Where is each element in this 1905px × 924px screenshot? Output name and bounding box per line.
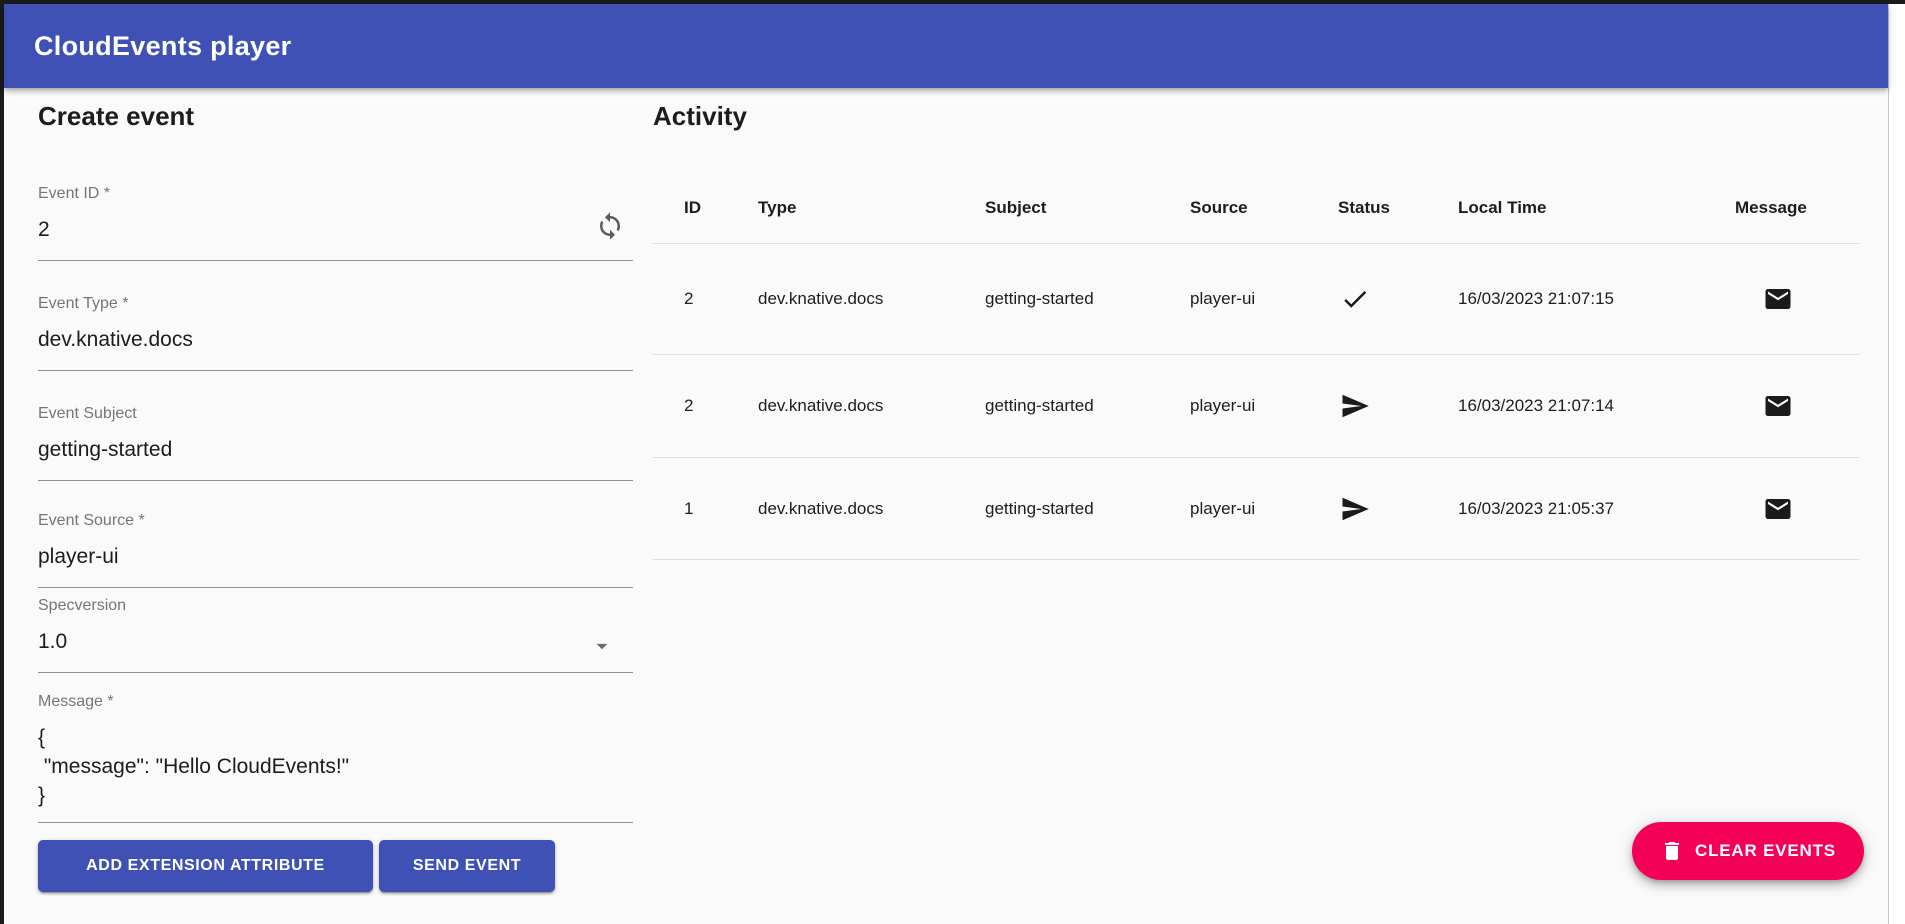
table-row: 1 dev.knative.docs getting-started playe…: [653, 458, 1859, 560]
email-icon[interactable]: [1735, 391, 1859, 421]
table-header-row: ID Type Subject Source Status Local Time…: [653, 172, 1859, 244]
col-header-id: ID: [684, 198, 758, 218]
field-label: Message *: [38, 693, 114, 711]
cell-subject: getting-started: [985, 396, 1190, 416]
cell-subject: getting-started: [985, 289, 1190, 309]
form-buttons: ADD EXTENSION ATTRIBUTE SEND EVENT: [38, 840, 555, 892]
field-label: Specversion: [38, 597, 126, 615]
page-content: Create event Event ID * 2 Event Type * d…: [4, 4, 1888, 924]
field-underline: [38, 587, 633, 588]
activity-table: ID Type Subject Source Status Local Time…: [653, 172, 1859, 560]
email-icon[interactable]: [1735, 284, 1859, 314]
field-underline: [38, 672, 633, 673]
col-header-status: Status: [1338, 198, 1458, 218]
field-label: Event Type *: [38, 295, 128, 313]
specversion-select[interactable]: 1.0: [38, 627, 67, 656]
send-icon: [1338, 391, 1458, 421]
cell-source: player-ui: [1190, 499, 1338, 519]
cell-source: player-ui: [1190, 289, 1338, 309]
check-icon: [1338, 284, 1458, 314]
field-event-id: Event ID * 2: [38, 185, 633, 265]
field-label: Event Subject: [38, 405, 137, 423]
create-event-title: Create event: [38, 101, 194, 132]
col-header-message: Message: [1735, 198, 1859, 218]
col-header-type: Type: [758, 198, 985, 218]
vertical-scrollbar[interactable]: [1888, 4, 1905, 924]
cell-local-time: 16/03/2023 21:07:14: [1458, 396, 1735, 416]
clear-events-button[interactable]: CLEAR EVENTS: [1632, 822, 1864, 880]
send-icon: [1338, 494, 1458, 524]
field-event-source: Event Source * player-ui: [38, 512, 633, 592]
message-textarea[interactable]: { "message": "Hello CloudEvents!" }: [38, 723, 349, 810]
cell-id: 1: [684, 499, 758, 519]
cell-source: player-ui: [1190, 396, 1338, 416]
event-subject-input[interactable]: getting-started: [38, 435, 172, 464]
clear-events-label: CLEAR EVENTS: [1695, 841, 1836, 861]
cell-subject: getting-started: [985, 499, 1190, 519]
col-header-source: Source: [1190, 198, 1338, 218]
field-underline: [38, 260, 633, 261]
cell-local-time: 16/03/2023 21:07:15: [1458, 289, 1735, 309]
activity-title: Activity: [653, 101, 747, 132]
arrow-drop-down-icon[interactable]: [589, 633, 615, 659]
cell-local-time: 16/03/2023 21:05:37: [1458, 499, 1735, 519]
event-type-input[interactable]: dev.knative.docs: [38, 325, 193, 354]
field-underline: [38, 480, 633, 481]
col-header-subject: Subject: [985, 198, 1190, 218]
send-event-button[interactable]: SEND EVENT: [379, 840, 555, 892]
table-row: 2 dev.knative.docs getting-started playe…: [653, 355, 1859, 458]
cell-id: 2: [684, 396, 758, 416]
cell-type: dev.knative.docs: [758, 289, 985, 309]
event-id-input[interactable]: 2: [38, 215, 50, 244]
field-event-type: Event Type * dev.knative.docs: [38, 295, 633, 375]
field-specversion: Specversion 1.0: [38, 597, 633, 675]
field-message: Message * { "message": "Hello CloudEvent…: [38, 693, 633, 827]
field-label: Event Source *: [38, 512, 145, 530]
cell-type: dev.knative.docs: [758, 499, 985, 519]
event-source-input[interactable]: player-ui: [38, 542, 119, 571]
delete-icon: [1660, 839, 1684, 863]
sync-icon[interactable]: [595, 211, 625, 241]
cell-type: dev.knative.docs: [758, 396, 985, 416]
field-label: Event ID *: [38, 185, 110, 203]
field-underline: [38, 822, 633, 823]
email-icon[interactable]: [1735, 494, 1859, 524]
col-header-local-time: Local Time: [1458, 198, 1735, 218]
field-event-subject: Event Subject getting-started: [38, 405, 633, 485]
field-underline: [38, 370, 633, 371]
add-extension-attribute-button[interactable]: ADD EXTENSION ATTRIBUTE: [38, 840, 373, 892]
cell-id: 2: [684, 289, 758, 309]
table-row: 2 dev.knative.docs getting-started playe…: [653, 244, 1859, 355]
